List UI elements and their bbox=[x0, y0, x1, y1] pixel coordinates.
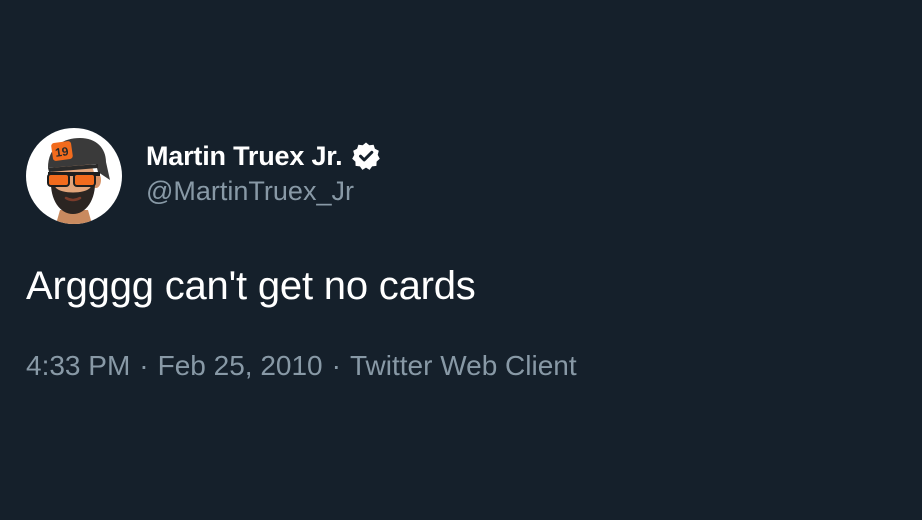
meta-separator: · bbox=[331, 350, 341, 381]
meta-separator: · bbox=[139, 350, 149, 381]
tweet-time[interactable]: 4:33 PM bbox=[26, 350, 130, 381]
tweet-date[interactable]: Feb 25, 2010 bbox=[158, 350, 323, 381]
verified-badge-icon bbox=[350, 140, 382, 172]
cartoon-driver-avatar-icon: 19 bbox=[47, 138, 110, 224]
tweet-meta: 4:33 PM · Feb 25, 2010 · Twitter Web Client bbox=[26, 350, 577, 382]
author-handle[interactable]: @MartinTruex_Jr bbox=[146, 176, 354, 207]
tweet-source[interactable]: Twitter Web Client bbox=[350, 350, 577, 381]
tweet-card: 19 Martin Truex Jr. @MartinTruex_Jr Argg… bbox=[0, 0, 922, 520]
avatar[interactable]: 19 bbox=[26, 128, 122, 224]
tweet-text: Argggg can't get no cards bbox=[26, 264, 476, 308]
author-display-name[interactable]: Martin Truex Jr. bbox=[146, 141, 343, 172]
avatar-hat-number: 19 bbox=[54, 144, 69, 160]
author-name-row: Martin Truex Jr. bbox=[146, 140, 382, 172]
